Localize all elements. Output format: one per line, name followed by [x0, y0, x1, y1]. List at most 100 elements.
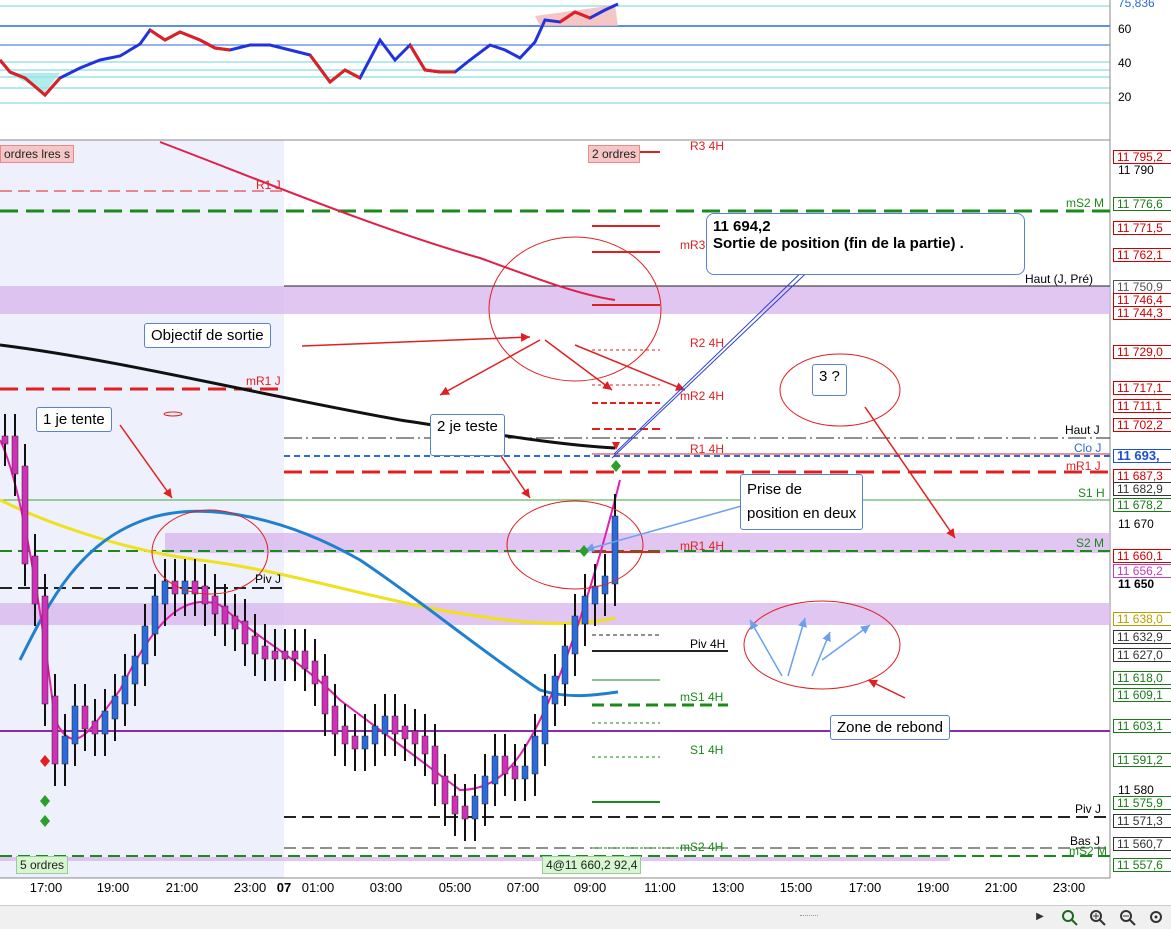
zone-annotation[interactable]: Zone de rebond — [830, 715, 950, 740]
price-tag: 11 632,9 — [1113, 630, 1171, 644]
price-tag: 11 627,0 — [1113, 648, 1171, 662]
price-tag: 11 557,6 — [1113, 858, 1171, 872]
price-tag: 11 609,1 — [1113, 688, 1171, 702]
teste-annotation[interactable]: 2 je teste — [430, 414, 505, 456]
candle-body — [81, 705, 89, 730]
candle-body — [261, 645, 269, 660]
objectif-annotation[interactable]: Objectif de sortie — [144, 323, 271, 348]
time-axis-label: 21:00 — [165, 880, 199, 895]
candle-body — [131, 655, 139, 685]
candle-body — [111, 695, 119, 720]
price-tag: 11 603,1 — [1113, 719, 1171, 733]
candle-body — [391, 715, 399, 735]
price-tag: 11 750,9 — [1113, 280, 1171, 294]
candle-body — [241, 620, 249, 645]
trois-annotation[interactable]: 3 ? — [812, 364, 847, 396]
osc-scale-60: 60 — [1118, 22, 1132, 36]
level-s1h: S1 H — [1078, 486, 1105, 500]
time-axis-label: 19:00 — [96, 880, 130, 895]
level-r1-4h: R1 4H — [690, 442, 725, 456]
level-s2m: S2 M — [1076, 536, 1105, 550]
price-tag: 11 702,2 — [1113, 418, 1171, 432]
candle-body — [411, 730, 419, 745]
osc-scale-top: 75,836 — [1118, 0, 1155, 10]
price-tag: 11 729,0 — [1113, 345, 1171, 359]
level-haut-j-pre: Haut (J, Pré) — [1025, 272, 1094, 286]
price-tag: 11 571,3 — [1113, 814, 1171, 828]
candle-body — [231, 615, 239, 630]
osc-scale-40: 40 — [1118, 56, 1132, 70]
order-tag-mid[interactable]: 2 ordres — [588, 145, 641, 163]
candle-body — [321, 675, 329, 715]
candle-body — [581, 595, 589, 625]
exit-text: Sortie de position (fin de la partie) . — [713, 235, 964, 252]
price-chart[interactable] — [0, 0, 1171, 928]
horizontal-scrollbar[interactable] — [0, 912, 1030, 922]
level-mr1j-b: mR1 J — [1066, 459, 1101, 473]
level-mr2-4h: mR2 4H — [680, 389, 725, 403]
zoom-out-icon[interactable] — [1118, 908, 1138, 926]
candle-body — [481, 775, 489, 805]
price-tag: 11 711,1 — [1113, 399, 1171, 413]
price-tag: 11 717,1 — [1113, 381, 1171, 395]
candle-body — [271, 650, 279, 660]
price-tag: 11 795,2 — [1113, 150, 1171, 164]
candle-body — [161, 580, 169, 605]
level-ms2-b: mS2 M — [1069, 844, 1108, 858]
time-axis-label: 07 — [276, 880, 292, 895]
prise-annotation[interactable]: Prise de position en deux — [740, 474, 864, 530]
order-tag-bottom-mid[interactable]: 4@11 660,2 92,4 — [542, 856, 642, 874]
candle-body — [151, 595, 159, 635]
candle-body — [71, 705, 79, 745]
candle-body — [471, 795, 479, 820]
candle-body — [421, 735, 429, 755]
candle-body — [201, 585, 209, 605]
candle-body — [331, 705, 339, 735]
order-tag-left[interactable]: ordres lres s — [0, 145, 75, 163]
level-piv-j-b: Piv J — [1075, 802, 1102, 816]
price-scale-11650: 11 650 — [1118, 577, 1155, 591]
candle-body — [441, 775, 449, 805]
candle-body — [171, 580, 179, 595]
candle-body — [11, 435, 19, 475]
candle-body — [521, 765, 529, 780]
candle-body — [281, 650, 289, 660]
level-piv-j: Piv J — [255, 572, 282, 586]
settings-icon[interactable] — [1146, 908, 1166, 926]
level-mr1-4h: mR1 4H — [680, 539, 725, 553]
level-haut-j: Haut J — [1065, 423, 1100, 437]
crosshair-zoom-icon[interactable] — [1060, 908, 1080, 926]
level-ms2m: mS2 M — [1066, 196, 1105, 210]
candle-body — [341, 725, 349, 745]
order-tag-bottom-left[interactable]: 5 ordres — [16, 856, 69, 874]
candle-body — [461, 805, 469, 820]
scrollbar-grip[interactable] — [800, 915, 818, 920]
price-tag: 11 591,2 — [1113, 753, 1171, 767]
candle-body — [311, 660, 319, 685]
time-axis-label: 17:00 — [29, 880, 63, 895]
candle-body — [531, 735, 539, 775]
bottom-toolbar: ▶ — [0, 905, 1171, 929]
price-tag: 11 687,3 — [1113, 469, 1171, 483]
price-scale-11580: 11 580 — [1118, 783, 1154, 797]
price-scale-11790: 11 790 — [1118, 163, 1154, 177]
scroll-right-button[interactable]: ▶ — [1030, 908, 1050, 926]
price-tag: 11 744,3 — [1113, 306, 1171, 320]
level-clo-j: Clo J — [1074, 441, 1102, 455]
candle-body — [211, 595, 219, 615]
exit-annotation[interactable]: 11 694,2 Sortie de position (fin de la p… — [706, 213, 1025, 275]
time-axis-label: 01:00 — [301, 880, 335, 895]
price-tag: 11 575,9 — [1113, 796, 1171, 810]
candle-body — [431, 745, 439, 785]
price-tag: 11 746,4 — [1113, 293, 1171, 307]
candle-body — [121, 675, 129, 705]
tente-annotation[interactable]: 1 je tente — [36, 407, 112, 432]
price-tag: 11 762,1 — [1113, 248, 1171, 262]
price-tag: 11 678,2 — [1113, 498, 1171, 512]
candle-body — [561, 645, 569, 685]
level-ms2-4h: mS2 4H — [680, 840, 724, 854]
zoom-in-icon[interactable] — [1088, 908, 1108, 926]
price-tag: 11 656,2 — [1113, 564, 1171, 578]
time-axis-label: 23:00 — [233, 880, 267, 895]
price-tag: 11 660,1 — [1113, 549, 1171, 563]
